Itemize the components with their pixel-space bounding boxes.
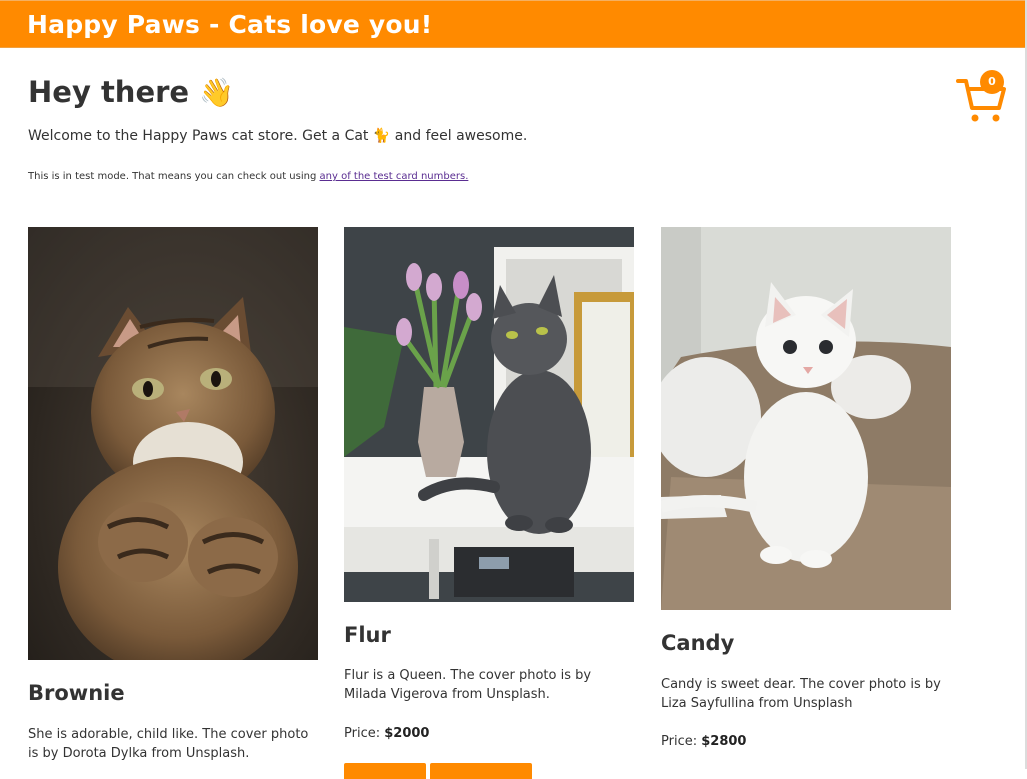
product-name: Candy [661, 631, 735, 655]
waving-hand-icon: 👋 [199, 76, 235, 109]
price-label: Price: [661, 734, 698, 749]
add-to-cart-button[interactable] [430, 763, 532, 779]
test-mode-text: This is in test mode. That means you can… [28, 171, 317, 182]
page-title-text: Hey there [28, 75, 190, 109]
grey-cat-photo [344, 227, 634, 602]
page-title: Hey there 👋 [28, 75, 234, 109]
top-bar: Happy Paws - Cats love you! [0, 0, 1025, 48]
product-price: Price: $2800 [661, 734, 746, 749]
welcome-text-start: Welcome to the Happy Paws cat store. Get… [28, 128, 369, 144]
price-value: $2800 [701, 734, 747, 749]
welcome-text-end: and feel awesome. [394, 128, 528, 144]
product-card-brownie: Brownie She is adorable, child like. The… [28, 227, 318, 769]
test-mode-notice: This is in test mode. That means you can… [28, 171, 468, 182]
welcome-text: Welcome to the Happy Paws cat store. Get… [28, 128, 527, 144]
product-card-flur: Flur Flur is a Queen. The cover photo is… [344, 227, 634, 779]
product-description: Candy is sweet dear. The cover photo is … [661, 677, 941, 711]
price-value: $2000 [384, 726, 430, 741]
product-price: Price: $2000 [344, 726, 429, 741]
cat-emoji-icon: 🐈 [372, 128, 391, 144]
product-name: Flur [344, 623, 391, 647]
cart-button[interactable]: 0 [956, 70, 1008, 126]
product-card-candy: Candy Candy is sweet dear. The cover pho… [661, 227, 951, 769]
product-description: Flur is a Queen. The cover photo is by M… [344, 668, 592, 702]
brand-title: Happy Paws - Cats love you! [27, 10, 433, 39]
buy-button[interactable] [344, 763, 426, 779]
product-description: She is adorable, child like. The cover p… [28, 727, 309, 761]
tabby-cat-photo [28, 227, 318, 660]
price-label: Price: [344, 726, 381, 741]
cart-count-badge: 0 [980, 70, 1004, 94]
test-card-numbers-link[interactable]: any of the test card numbers. [320, 171, 469, 182]
white-cat-photo [661, 227, 951, 610]
product-name: Brownie [28, 681, 125, 705]
